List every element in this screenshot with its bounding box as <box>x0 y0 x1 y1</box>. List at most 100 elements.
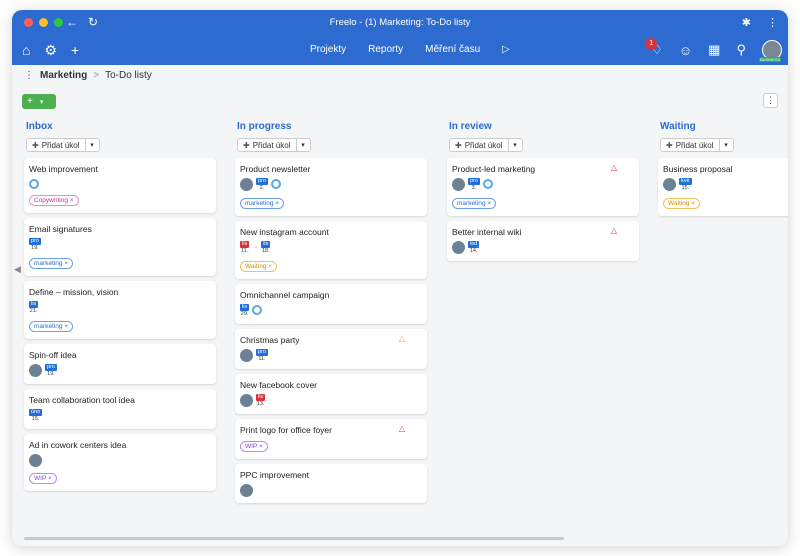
task-card[interactable]: Business proposal kvě 15. Waiting × <box>658 157 788 216</box>
remove-tag-icon[interactable]: × <box>64 323 68 330</box>
users-icon[interactable]: ☺ <box>679 43 692 58</box>
task-title[interactable]: Christmas party <box>240 335 422 345</box>
breadcrumb-project[interactable]: Marketing <box>40 70 87 81</box>
task-title[interactable]: Team collaboration tool idea <box>29 395 211 405</box>
more-icon[interactable]: ⋮ <box>767 16 778 29</box>
label-tag[interactable]: WIP × <box>29 472 57 484</box>
assignee-avatar[interactable] <box>240 393 253 407</box>
chevron-down-icon[interactable]: ▾ <box>507 139 522 151</box>
task-title[interactable]: PPC improvement <box>240 470 422 480</box>
breadcrumb: ⋮ Marketing > To-Do listy <box>24 70 152 81</box>
task-meta: lis 21. <box>29 300 211 315</box>
remove-tag-icon[interactable]: × <box>275 200 279 207</box>
horizontal-scrollbar[interactable] <box>24 537 564 540</box>
add-icon[interactable]: + <box>71 42 79 59</box>
due-date-day: 11. <box>258 356 266 362</box>
task-card[interactable]: Ad in cowork centers idea WIP × <box>24 433 216 491</box>
task-card[interactable]: Product newsletter pro 2. marketing × <box>235 157 427 216</box>
label-tag[interactable]: marketing × <box>29 257 74 269</box>
search-icon[interactable]: ⚲ <box>736 42 746 58</box>
remove-tag-icon[interactable]: × <box>268 263 272 270</box>
task-title[interactable]: Ad in cowork centers idea <box>29 440 211 450</box>
home-icon[interactable]: ⌂ <box>22 42 30 59</box>
chevron-down-icon[interactable]: ▾ <box>40 98 44 106</box>
column-title[interactable]: In review <box>449 121 639 132</box>
column-title[interactable]: Waiting <box>660 121 788 132</box>
add-list-button[interactable]: + ▾ <box>22 94 56 109</box>
task-card[interactable]: Print logo for office foyer △ WIP × <box>235 418 427 459</box>
task-card[interactable]: Omnichannel campaign lis 29. <box>235 283 427 324</box>
task-title[interactable]: Email signatures <box>29 224 211 234</box>
due-date: kvě 15. <box>679 177 692 192</box>
task-title[interactable]: New instagram account <box>240 227 422 237</box>
assignee-avatar[interactable] <box>452 177 465 191</box>
task-card[interactable]: Spin-off idea pro 19. <box>24 343 216 384</box>
settings-icon[interactable]: ⚙ <box>44 42 57 59</box>
plus-icon: ✚ <box>455 140 462 150</box>
assignee-avatar[interactable] <box>29 453 42 467</box>
task-card[interactable]: Better internal wiki △ led 14. <box>447 220 639 261</box>
task-title[interactable]: Web improvement <box>29 164 211 174</box>
task-card[interactable]: Product-led marketing △ pro 3. marketing × <box>447 157 639 216</box>
play-icon[interactable]: ▷ <box>502 44 510 55</box>
nav-projekty[interactable]: Projekty <box>310 44 346 55</box>
add-task-button[interactable]: ✚ Přidat úkol ▾ <box>237 138 311 152</box>
task-card[interactable]: Email signatures pro 19. marketing × <box>24 217 216 276</box>
chevron-down-icon[interactable]: ▾ <box>295 139 310 151</box>
column-title[interactable]: Inbox <box>26 121 216 132</box>
assignee-avatar[interactable] <box>240 348 253 362</box>
add-task-button[interactable]: ✚ Přidat úkol ▾ <box>449 138 523 152</box>
task-card[interactable]: Team collaboration tool idea úno 15. <box>24 388 216 429</box>
column-title[interactable]: In progress <box>237 121 427 132</box>
task-title[interactable]: Define – mission, vision <box>29 287 211 297</box>
board-menu-button[interactable]: ⋮ <box>763 93 778 108</box>
label-tag[interactable]: Waiting × <box>240 260 278 272</box>
task-title[interactable]: Product-led marketing <box>452 164 634 174</box>
task-card[interactable]: Define – mission, vision lis 21. marketing … <box>24 280 216 339</box>
column-inbox: Inbox ✚ Přidat úkol ▾ Web improvement Copyw… <box>24 121 216 491</box>
bell-icon[interactable]: ♢ 1 <box>645 38 663 58</box>
task-card[interactable]: New instagram account lis 11. → lis 18. Waitin… <box>235 220 427 279</box>
label-tag[interactable]: Copywriting × <box>29 194 79 206</box>
task-card[interactable]: PPC improvement <box>235 463 427 503</box>
add-task-label: Přidat úkol <box>41 140 80 150</box>
task-title[interactable]: Omnichannel campaign <box>240 290 422 300</box>
remove-tag-icon[interactable]: × <box>48 475 52 482</box>
assignee-avatar[interactable] <box>240 483 253 497</box>
add-task-button[interactable]: ✚ Přidat úkol ▾ <box>26 138 100 152</box>
scroll-left-icon[interactable]: ◀ <box>14 264 21 275</box>
task-title[interactable]: Product newsletter <box>240 164 422 174</box>
assignee-avatar[interactable] <box>29 363 42 377</box>
task-title[interactable]: New facebook cover <box>240 380 422 390</box>
task-title[interactable]: Better internal wiki <box>452 227 634 237</box>
task-card[interactable]: New facebook cover lis 13. <box>235 373 427 414</box>
add-task-button[interactable]: ✚ Přidat úkol ▾ <box>660 138 734 152</box>
label-tag[interactable]: marketing × <box>452 197 497 209</box>
task-title[interactable]: Print logo for office foyer <box>240 425 422 435</box>
remove-tag-icon[interactable]: × <box>691 200 695 207</box>
remove-tag-icon[interactable]: × <box>487 200 491 207</box>
label-tag[interactable]: marketing × <box>240 197 285 209</box>
nav-mereni-casu[interactable]: Měření času <box>425 44 480 55</box>
task-card[interactable]: Christmas party △ pro 11. <box>235 328 427 369</box>
label-tag[interactable]: WIP × <box>240 440 268 452</box>
remove-tag-icon[interactable]: × <box>259 443 263 450</box>
chevron-down-icon[interactable]: ▾ <box>84 139 99 151</box>
puzzle-icon[interactable]: ✱ <box>742 16 751 29</box>
task-title[interactable]: Spin-off idea <box>29 350 211 360</box>
user-avatar[interactable]: BUSINESS <box>759 40 782 62</box>
label-tag[interactable]: Waiting × <box>663 197 701 209</box>
assignee-avatar[interactable] <box>452 240 465 254</box>
breadcrumb-menu-icon[interactable]: ⋮ <box>24 70 34 81</box>
nav-reporty[interactable]: Reporty <box>368 44 403 55</box>
remove-tag-icon[interactable]: × <box>70 197 74 204</box>
assignee-avatar[interactable] <box>240 177 253 191</box>
label-tag[interactable]: marketing × <box>29 320 74 332</box>
remove-tag-icon[interactable]: × <box>64 260 68 267</box>
task-card[interactable]: Web improvement Copywriting × <box>24 157 216 213</box>
calendar-icon[interactable]: ▦ <box>708 42 720 58</box>
chevron-down-icon[interactable]: ▾ <box>718 139 733 151</box>
task-title[interactable]: Business proposal <box>663 164 788 174</box>
add-task-label: Přidat úkol <box>675 140 714 150</box>
assignee-avatar[interactable] <box>663 177 676 191</box>
